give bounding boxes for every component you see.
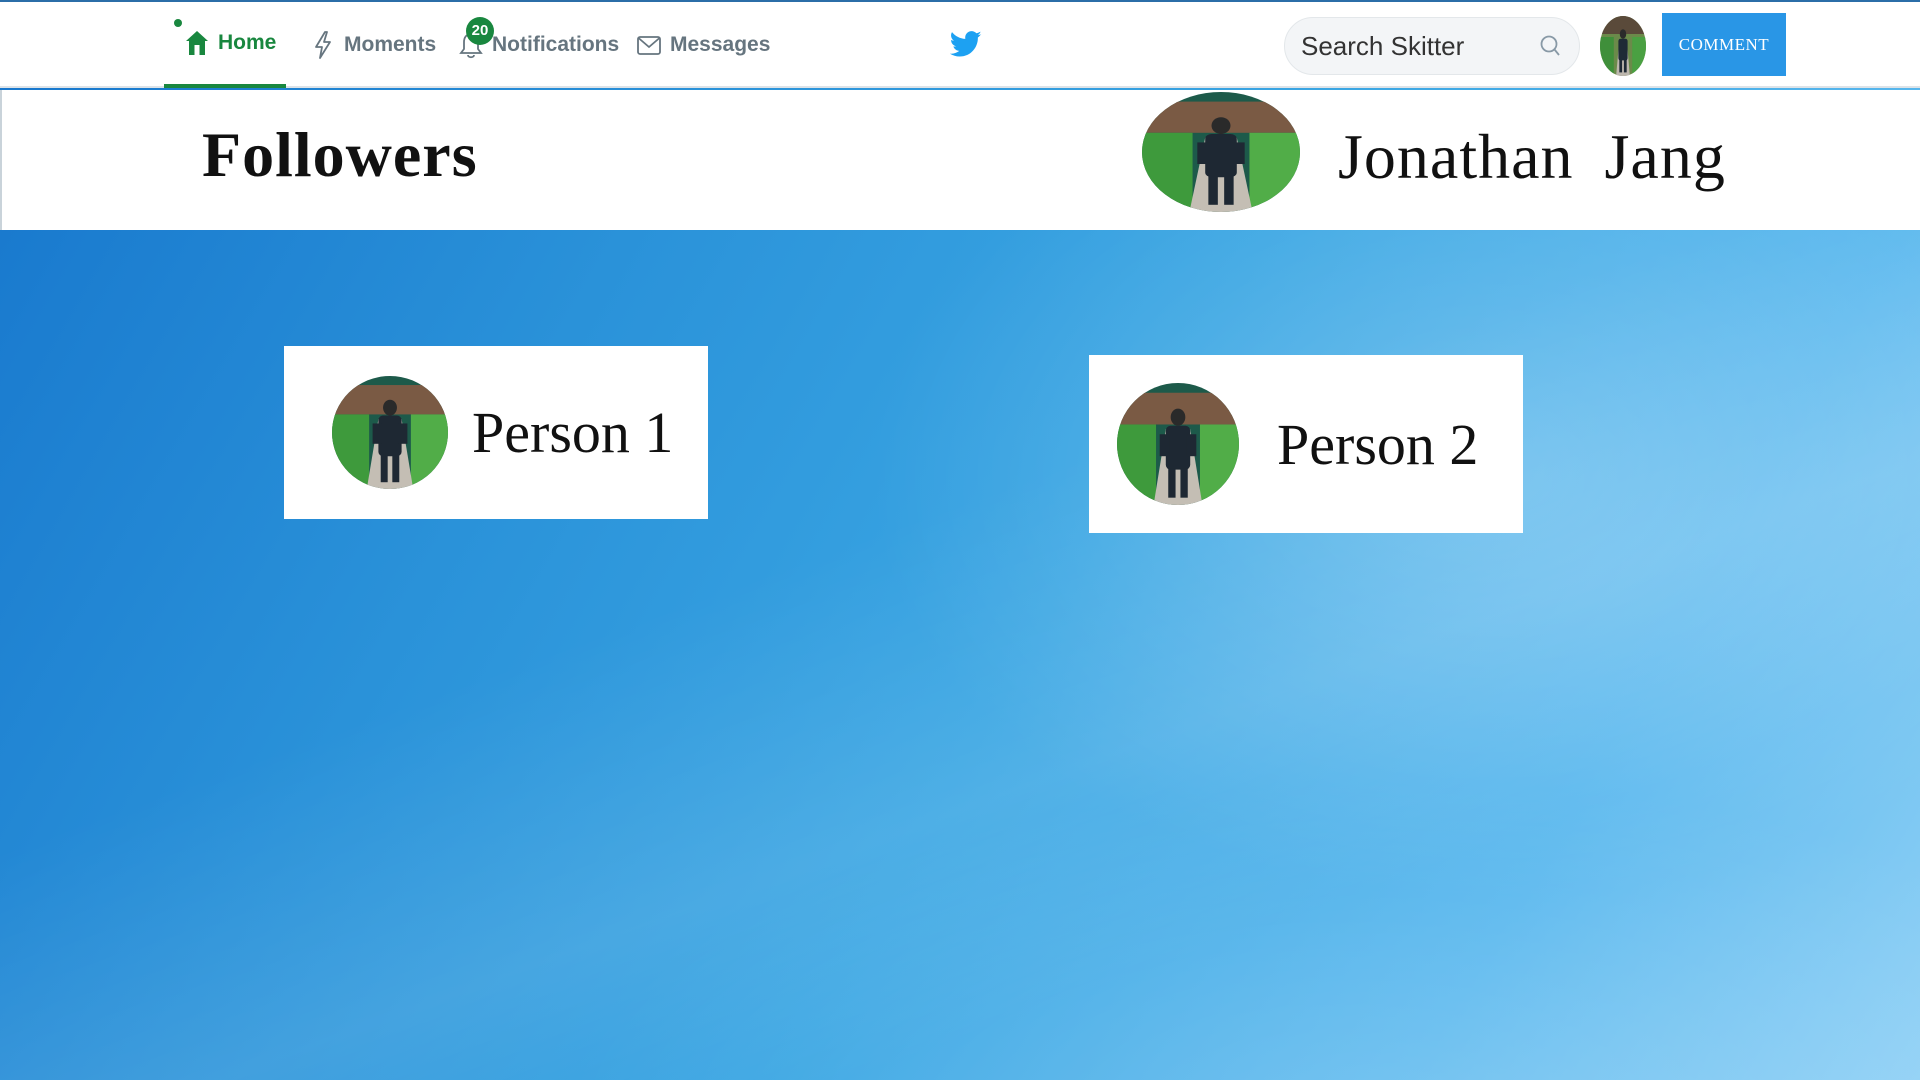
notification-count-badge: 20 <box>466 17 494 45</box>
nav-messages[interactable]: Messages <box>636 2 770 88</box>
bird-icon[interactable] <box>950 28 982 60</box>
envelope-icon <box>637 36 661 55</box>
search-input[interactable] <box>1301 30 1537 62</box>
top-navigation-bar: Home Moments Notifications 20 Messages S… <box>0 0 1920 88</box>
nav-home[interactable]: Home <box>164 2 286 88</box>
follower-card[interactable]: Person 2 <box>1089 355 1523 533</box>
profile-avatar-photo <box>1142 92 1300 212</box>
search-box[interactable] <box>1284 17 1580 75</box>
lightning-icon <box>315 31 331 59</box>
search-icon[interactable] <box>1537 33 1563 59</box>
follower-avatar-photo <box>332 376 448 489</box>
user-avatar[interactable] <box>1600 16 1646 76</box>
comment-button[interactable]: COMMENT <box>1662 13 1786 76</box>
follower-name: Person 1 <box>472 400 674 465</box>
home-icon <box>186 31 208 55</box>
nav-notifications-label: Notifications <box>492 33 620 56</box>
follower-avatar <box>1117 383 1239 505</box>
nav-moments[interactable]: Moments <box>310 2 436 88</box>
profile-avatar[interactable] <box>1142 92 1300 212</box>
page-header: Followers Jonathan Jang <box>0 90 1920 230</box>
follower-name: Person 2 <box>1277 411 1479 477</box>
nav-messages-label: Messages <box>670 33 771 56</box>
follower-avatar <box>332 376 448 489</box>
avatar-photo <box>1600 16 1646 76</box>
follower-card[interactable]: Person 1 <box>284 346 708 519</box>
nav-notifications[interactable]: Notifications <box>458 2 619 88</box>
nav-home-label: Home <box>218 31 277 54</box>
follower-avatar-photo <box>1117 383 1239 505</box>
nav-moments-label: Moments <box>344 33 437 56</box>
page-title: Followers <box>202 119 478 190</box>
profile-name: Jonathan Jang <box>1338 121 1726 192</box>
